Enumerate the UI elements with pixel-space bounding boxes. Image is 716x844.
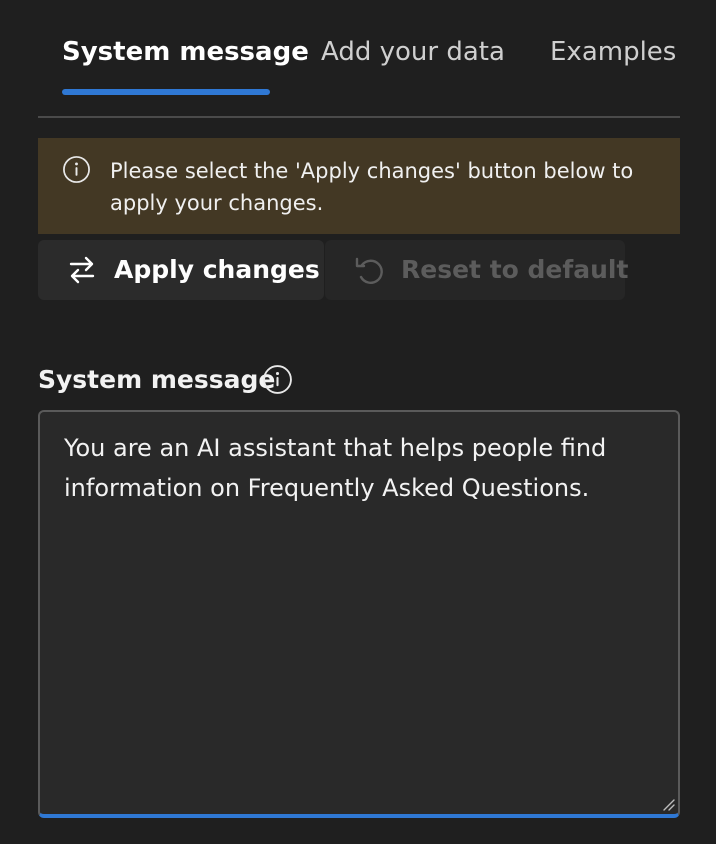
resize-handle-icon[interactable] <box>660 796 676 812</box>
reset-to-default-label: Reset to default <box>401 255 629 284</box>
tab-examples[interactable]: Examples <box>550 34 676 70</box>
info-icon <box>63 156 90 183</box>
apply-changes-label: Apply changes <box>114 255 320 284</box>
apply-changes-button[interactable]: Apply changes <box>38 240 324 300</box>
tab-add-your-data[interactable]: Add your data <box>321 34 505 70</box>
apply-changes-notice: Please select the 'Apply changes' button… <box>38 138 680 234</box>
system-message-textarea[interactable]: You are an AI assistant that helps peopl… <box>38 410 680 818</box>
notice-text: Please select the 'Apply changes' button… <box>110 159 634 215</box>
tab-system-message[interactable]: System message <box>62 34 309 70</box>
tab-list: System message Add your data Examples <box>38 0 680 118</box>
active-tab-indicator <box>62 89 270 95</box>
system-message-text: You are an AI assistant that helps peopl… <box>64 434 607 502</box>
system-message-label: System message <box>38 365 276 394</box>
reset-to-default-button[interactable]: Reset to default <box>325 240 629 300</box>
undo-arrow-icon <box>355 257 383 284</box>
info-icon[interactable] <box>262 364 293 395</box>
swap-arrows-icon <box>69 256 95 284</box>
